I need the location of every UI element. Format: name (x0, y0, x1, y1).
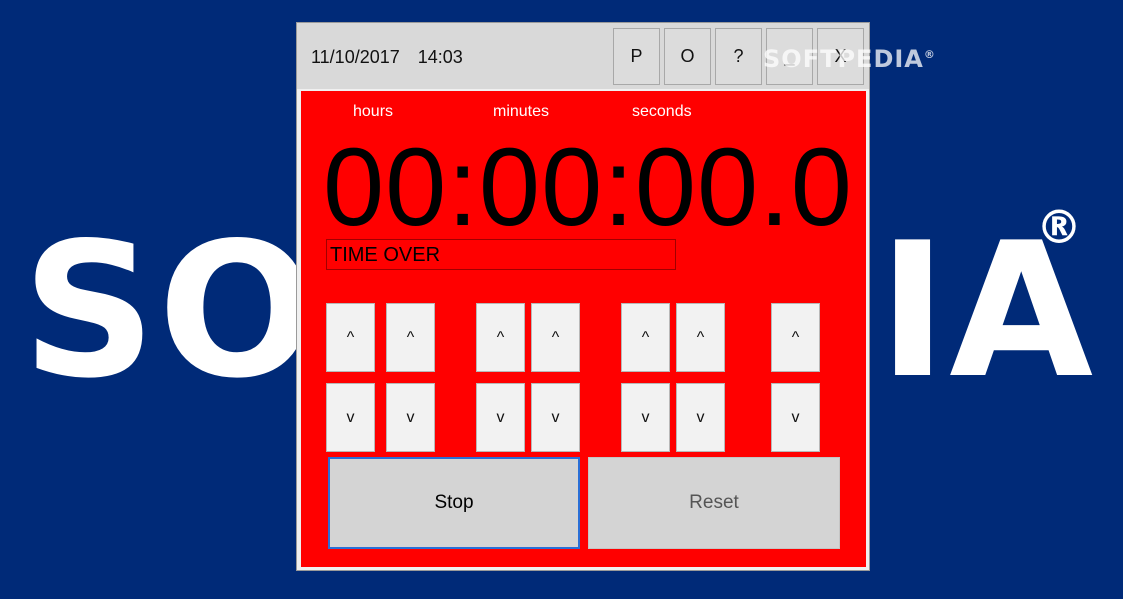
time-display: 00:00:00.0 (323, 126, 853, 249)
minutes-tens-down-button[interactable]: v (476, 383, 525, 452)
current-time: 14:03 (417, 47, 463, 67)
minutes-ones-up-button[interactable]: ^ (531, 303, 580, 372)
p-button[interactable]: P (613, 28, 660, 85)
date-time: 11/10/2017 14:03 (311, 47, 463, 68)
status-text: TIME OVER (326, 239, 676, 270)
seconds-tens-down-button[interactable]: v (621, 383, 670, 452)
background-logo-left: SO (22, 202, 319, 419)
tenths-up-button[interactable]: ^ (771, 303, 820, 372)
hours-label: hours (353, 103, 394, 120)
minutes-tens-up-button[interactable]: ^ (476, 303, 525, 372)
close-button[interactable]: X (817, 28, 864, 85)
timer-panel: hours minutes seconds 00:00:00.0 TIME OV… (301, 91, 866, 567)
hours-tens-up-button[interactable]: ^ (326, 303, 375, 372)
hours-tens-down-button[interactable]: v (326, 383, 375, 452)
title-bar: 11/10/2017 14:03 P O ? _ X SOFTPEDIA® (297, 23, 935, 89)
help-button[interactable]: ? (715, 28, 762, 85)
seconds-label: seconds (632, 103, 692, 120)
seconds-ones-down-button[interactable]: v (676, 383, 725, 452)
tenths-down-button[interactable]: v (771, 383, 820, 452)
minutes-label: minutes (493, 103, 550, 120)
background-registered-mark: ® (1036, 200, 1082, 254)
minutes-ones-down-button[interactable]: v (531, 383, 580, 452)
seconds-ones-up-button[interactable]: ^ (676, 303, 725, 372)
reset-button[interactable]: Reset (588, 457, 840, 549)
minimize-button[interactable]: _ (766, 28, 813, 85)
stop-button[interactable]: Stop (328, 457, 580, 549)
hours-ones-up-button[interactable]: ^ (386, 303, 435, 372)
timer-window: 11/10/2017 14:03 P O ? _ X SOFTPEDIA® hou… (296, 22, 935, 571)
watermark-registered: ® (923, 48, 936, 61)
current-date: 11/10/2017 (311, 47, 400, 67)
o-button[interactable]: O (664, 28, 711, 85)
hours-ones-down-button[interactable]: v (386, 383, 435, 452)
seconds-tens-up-button[interactable]: ^ (621, 303, 670, 372)
